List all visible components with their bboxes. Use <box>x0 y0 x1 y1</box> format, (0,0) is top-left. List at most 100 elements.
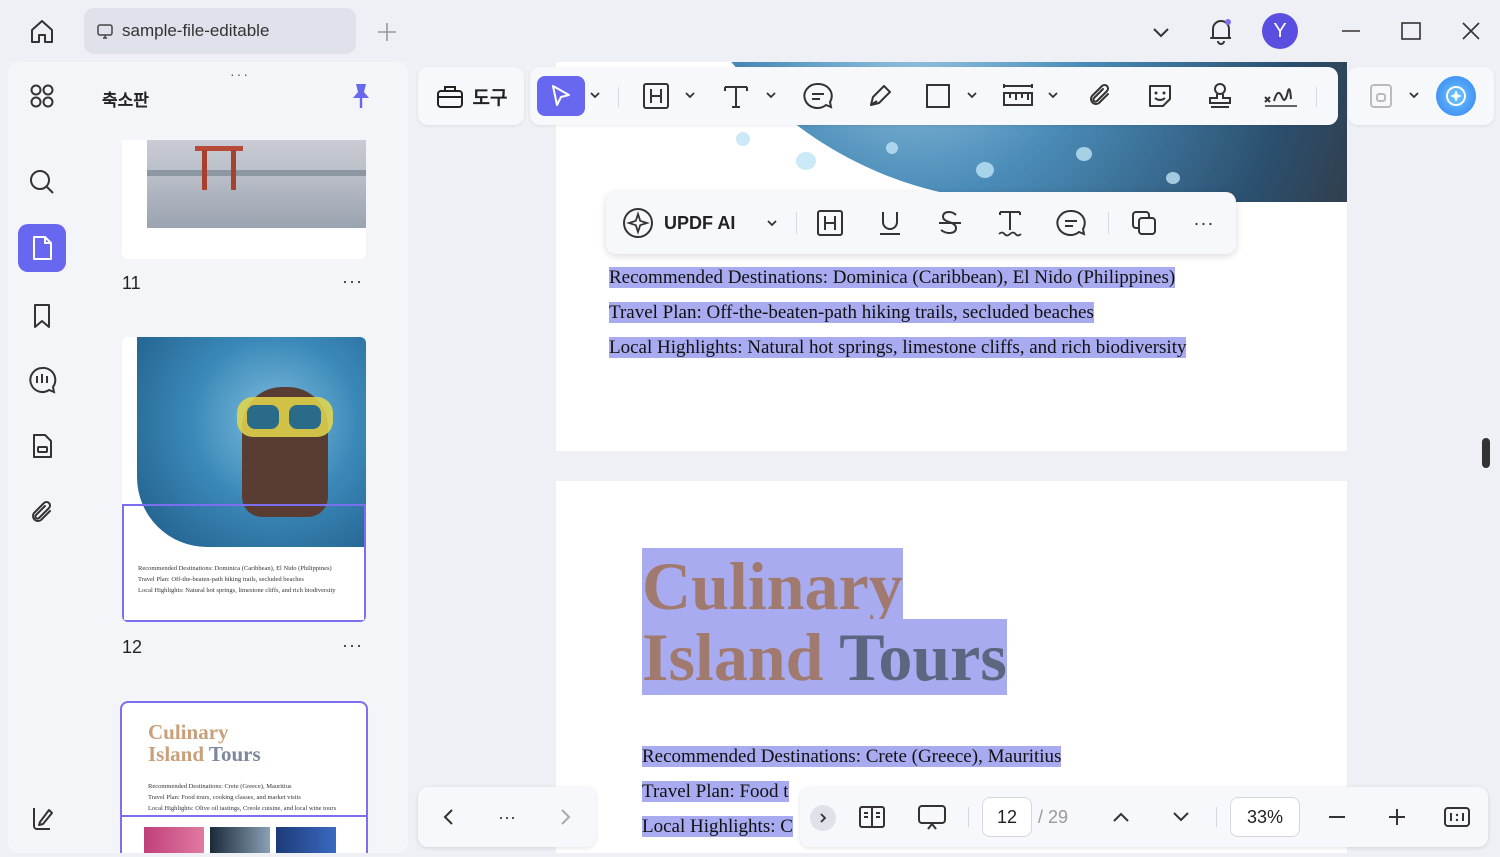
bell-icon[interactable] <box>1204 14 1238 48</box>
page-body-text[interactable]: Recommended Destinations: Dominica (Cari… <box>609 260 1187 365</box>
chevron-down-icon[interactable] <box>765 89 777 101</box>
thumbnail-page-12[interactable]: Recommended Destinations: Dominica (Cari… <box>122 337 366 622</box>
forward-arrow-icon[interactable] <box>550 799 582 835</box>
save-icon[interactable] <box>1364 76 1398 116</box>
thumbnail-image <box>276 827 336 853</box>
zoom-out-icon[interactable] <box>1322 799 1352 835</box>
comment-bubble-icon[interactable] <box>798 76 838 116</box>
squiggly-underline-icon[interactable] <box>992 204 1028 242</box>
thumbnail-line: Recommended Destinations: Crete (Greece)… <box>148 783 292 790</box>
page-heading[interactable]: Culinary Island Tours <box>642 548 1007 695</box>
apps-grid-icon[interactable] <box>18 72 66 120</box>
chevron-down-icon[interactable] <box>966 89 978 101</box>
title-bar: sample-file-editable Y <box>0 0 1500 62</box>
search-icon[interactable] <box>18 158 66 206</box>
attach-file-icon[interactable] <box>1082 76 1118 116</box>
highlight-icon[interactable] <box>638 76 674 116</box>
text-line[interactable]: Recommended Destinations: Dominica (Cari… <box>609 267 1176 288</box>
tools-button[interactable]: 도구 <box>418 67 524 125</box>
thumbnail-line: Recommended Destinations: Dominica (Cari… <box>138 565 332 572</box>
thumbnail-page-13[interactable]: Culinary Island Tours Recommended Destin… <box>120 701 368 853</box>
comment-icon[interactable] <box>18 356 66 404</box>
paperclip-icon[interactable] <box>18 488 66 536</box>
bookmark-icon[interactable] <box>18 292 66 340</box>
collapse-arrow-icon[interactable] <box>810 805 836 831</box>
thumbnails-icon[interactable] <box>18 224 66 272</box>
pen-icon[interactable] <box>860 76 900 116</box>
strikethrough-icon[interactable] <box>932 204 968 242</box>
text-tool-icon[interactable] <box>718 76 754 116</box>
home-icon[interactable] <box>22 14 62 48</box>
thumbnail-image <box>144 827 204 853</box>
history-more-button[interactable]: ··· <box>490 799 524 835</box>
more-options-button[interactable]: ··· <box>342 635 363 656</box>
maximize-icon[interactable] <box>1396 16 1426 46</box>
avatar[interactable]: Y <box>1262 13 1298 49</box>
zoom-level-input[interactable]: 33% <box>1230 797 1300 837</box>
thumbnail-text: Recommended Destinations: Dominica (Cari… <box>138 563 336 596</box>
page-number-label: 12 <box>122 637 143 657</box>
panel-drag-handle[interactable]: ··· <box>230 66 250 82</box>
highlight-icon[interactable] <box>812 204 848 242</box>
annotation-toolbar <box>530 67 1338 125</box>
vertical-scrollbar-thumb[interactable] <box>1482 438 1490 468</box>
tools-label: 도구 <box>472 87 508 109</box>
chevron-down-icon[interactable] <box>684 89 696 101</box>
heading-line[interactable]: Culinary <box>642 548 903 624</box>
select-cursor-icon[interactable] <box>537 76 585 116</box>
updf-logo-icon[interactable] <box>18 794 66 842</box>
close-icon[interactable] <box>1456 16 1486 46</box>
presentation-icon[interactable] <box>912 799 952 835</box>
text-line[interactable]: Travel Plan: Off-the-beaten-path hiking … <box>609 302 1094 323</box>
measure-ruler-icon[interactable] <box>998 76 1038 116</box>
sticker-icon[interactable] <box>1142 76 1178 116</box>
left-rail <box>8 62 80 853</box>
document-viewport: Recommended Destinations: Dominica (Cari… <box>412 62 1494 853</box>
signature-icon[interactable] <box>1260 76 1302 116</box>
total-pages-label: / 29 <box>1038 807 1069 827</box>
chevron-down-icon[interactable] <box>589 89 601 101</box>
thumbnail-image <box>210 827 270 853</box>
document-tab[interactable]: sample-file-editable <box>84 8 356 54</box>
chevron-down-icon[interactable] <box>1047 89 1059 101</box>
more-options-button[interactable]: ··· <box>1188 204 1220 242</box>
actual-size-icon[interactable] <box>1440 799 1474 835</box>
chevron-down-icon[interactable] <box>1146 18 1176 46</box>
attachment-page-icon[interactable] <box>18 422 66 470</box>
ai-assistant-icon[interactable] <box>1436 76 1476 116</box>
thumbnail-page-11[interactable] <box>122 140 366 259</box>
thumbnail-line: Local Highlights: Natural hot springs, l… <box>138 587 336 594</box>
chevron-down-icon[interactable] <box>762 204 782 242</box>
text-line[interactable]: Local Highlights: C <box>642 816 793 837</box>
previous-page-icon[interactable] <box>1106 799 1136 835</box>
page-layout-icon[interactable] <box>852 799 892 835</box>
thumbnail-image <box>147 140 366 228</box>
thumbnail-panel: ··· 축소판 11 ··· Recommended Destinations:… <box>80 62 408 853</box>
chevron-down-icon[interactable] <box>1408 89 1420 101</box>
thumbnail-title-line: Culinary <box>148 720 229 744</box>
back-arrow-icon[interactable] <box>432 799 464 835</box>
more-options-button[interactable]: ··· <box>342 271 363 292</box>
next-page-icon[interactable] <box>1166 799 1196 835</box>
new-tab-plus-icon[interactable] <box>372 18 402 46</box>
pin-icon[interactable] <box>348 82 374 110</box>
heading-word[interactable]: Tours <box>839 619 1007 695</box>
selection-context-toolbar: UPDF AI ··· <box>606 192 1236 254</box>
heading-word[interactable]: Island <box>642 619 824 695</box>
current-page-input[interactable]: 12 <box>982 797 1032 837</box>
text-line[interactable]: Local Highlights: Natural hot springs, l… <box>609 337 1187 358</box>
minimize-icon[interactable] <box>1336 16 1366 46</box>
comment-bubble-icon[interactable] <box>1052 204 1090 242</box>
underline-icon[interactable] <box>872 204 908 242</box>
text-line[interactable]: Travel Plan: Food t <box>642 781 789 802</box>
thumbnail-title: Culinary Island Tours <box>148 721 261 765</box>
history-navigation: ··· <box>418 787 596 847</box>
rectangle-shape-icon[interactable] <box>920 76 956 116</box>
updf-ai-label: UPDF AI <box>664 212 736 233</box>
stamp-icon[interactable] <box>1202 76 1238 116</box>
thumbnail-title-word: Island <box>148 742 205 766</box>
zoom-in-icon[interactable] <box>1382 799 1412 835</box>
text-line[interactable]: Recommended Destinations: Crete (Greece)… <box>642 746 1062 767</box>
copy-icon[interactable] <box>1126 204 1162 242</box>
updf-ai-button[interactable]: UPDF AI <box>620 204 766 242</box>
